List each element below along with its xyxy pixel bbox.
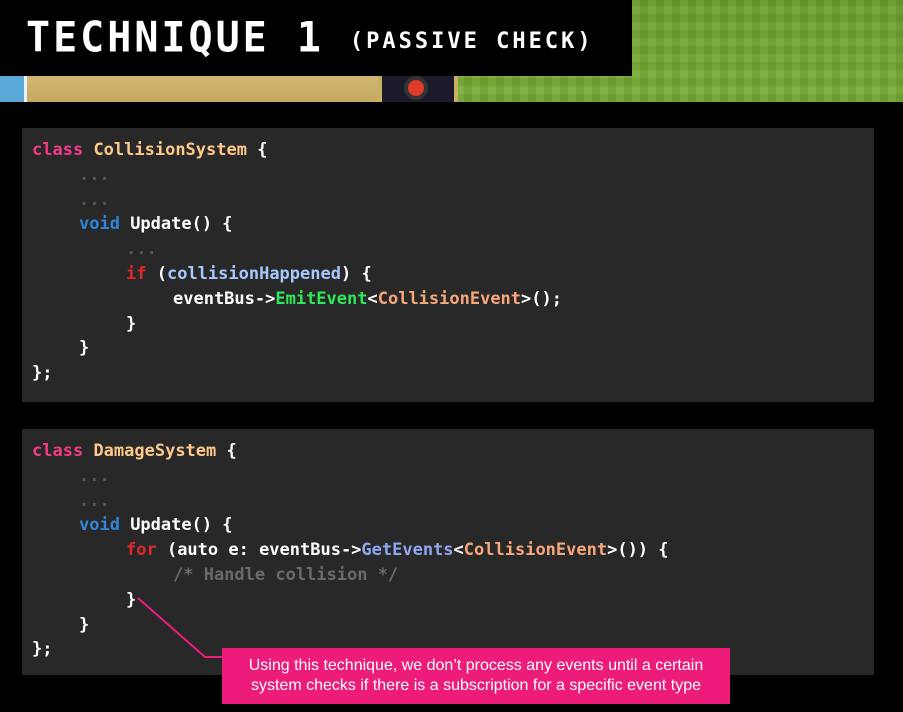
page-title: TECHNIQUE 1 xyxy=(26,13,324,63)
callout-note: Using this technique, we don’t process a… xyxy=(222,648,730,704)
tank-sprite xyxy=(378,62,458,106)
slide-body: class CollisionSystem { ... ... void Upd… xyxy=(0,102,903,712)
title-panel: TECHNIQUE 1 (PASSIVE CHECK) xyxy=(0,0,632,76)
page-subtitle: (PASSIVE CHECK) xyxy=(349,28,594,54)
callout-text: Using this technique, we don’t process a… xyxy=(248,657,704,694)
callout-pointer xyxy=(137,597,222,658)
